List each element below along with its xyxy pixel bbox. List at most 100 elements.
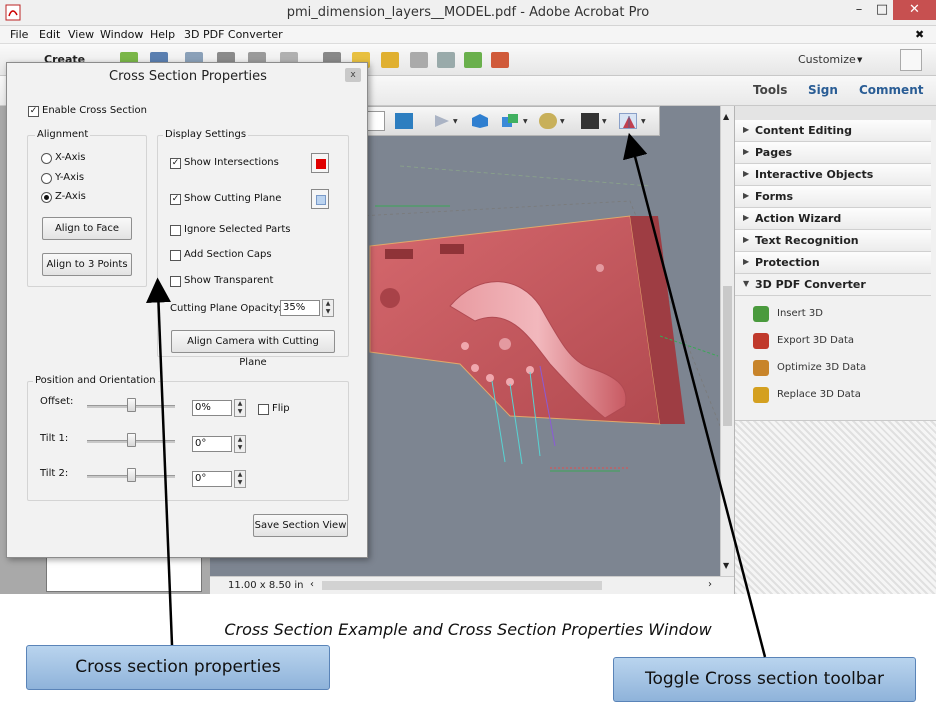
cross-section-dialog: Cross Section Properties x ✓ Enable Cros… [6, 62, 368, 558]
tilt2-label: Tilt 2: [40, 468, 69, 479]
menu-3d-pdf-converter[interactable]: 3D PDF Converter [184, 28, 283, 41]
scroll-up-icon[interactable]: ▲ [723, 112, 729, 121]
callout-cross-section-properties: Cross section properties [26, 645, 330, 690]
offset-stepper[interactable]: ▲ ▼ [234, 399, 246, 417]
menu-window[interactable]: Window [100, 28, 143, 41]
x-axis-radio[interactable] [41, 153, 52, 164]
opacity-stepper[interactable]: ▲ ▼ [322, 299, 334, 317]
render-dropdown-icon[interactable]: ▼ [523, 118, 528, 125]
page-thumbnail[interactable] [46, 556, 202, 592]
close-document-icon[interactable]: ✖ [915, 28, 924, 41]
cross-section-icon[interactable] [619, 113, 637, 129]
view-dropdown[interactable] [365, 111, 385, 131]
cube-icon[interactable] [471, 113, 489, 129]
scrollbar-thumb[interactable] [723, 286, 732, 426]
menu-view[interactable]: View [68, 28, 94, 41]
section-protection[interactable]: ▶ Protection [735, 252, 931, 274]
section-content-editing[interactable]: ▶ Content Editing [735, 120, 931, 142]
help-icon[interactable] [491, 52, 509, 68]
align-camera-button[interactable]: Align Camera with Cutting Plane [171, 330, 335, 368]
play-dropdown-icon[interactable]: ▼ [453, 118, 458, 125]
position-heading: Position and Orientation [33, 375, 158, 386]
menu-bar: File Edit View Window Help 3D PDF Conver… [0, 26, 936, 44]
menu-help[interactable]: Help [150, 28, 175, 41]
cutting-plane-color-button[interactable] [311, 189, 329, 209]
show-intersections-checkbox[interactable]: ✓ [170, 158, 181, 169]
scroll-right-icon[interactable]: › [708, 579, 712, 590]
close-window-button[interactable]: ✕ [893, 0, 936, 20]
background-dropdown-icon[interactable]: ▼ [602, 118, 607, 125]
menu-edit[interactable]: Edit [39, 28, 60, 41]
horizontal-scrollbar-thumb[interactable] [322, 581, 602, 590]
y-axis-radio[interactable] [41, 173, 52, 184]
tab-sign[interactable]: Sign [808, 83, 838, 97]
section-interactive-objects[interactable]: ▶ Interactive Objects [735, 164, 931, 186]
offset-slider-thumb[interactable] [127, 398, 136, 412]
highlight-icon[interactable] [381, 52, 399, 68]
replace-3d-icon [753, 387, 769, 403]
scroll-down-icon[interactable]: ▼ [723, 561, 729, 570]
tilt1-stepper[interactable]: ▲ ▼ [234, 435, 246, 453]
tab-tools[interactable]: Tools [753, 83, 787, 97]
flip-checkbox[interactable] [258, 404, 269, 415]
align-to-3-points-button[interactable]: Align to 3 Points [42, 253, 132, 276]
tilt2-input[interactable]: 0° [192, 471, 232, 487]
lighting-icon[interactable] [539, 113, 557, 129]
y-axis-label: Y-Axis [55, 172, 85, 183]
add-section-caps-label: Add Section Caps [184, 249, 272, 260]
cutting-plane-color-swatch [316, 195, 326, 205]
maximize-button[interactable]: □ [868, 0, 896, 20]
section-text-recognition[interactable]: ▶ Text Recognition [735, 230, 931, 252]
export-icon[interactable] [464, 52, 482, 68]
vertical-scrollbar[interactable]: ▲ ▼ [720, 106, 734, 576]
show-transparent-checkbox[interactable] [170, 276, 181, 287]
background-color-icon[interactable] [581, 113, 599, 129]
tilt1-input[interactable]: 0° [192, 436, 232, 452]
intersection-color-button[interactable] [311, 153, 329, 173]
export-3d-icon [753, 333, 769, 349]
section-action-wizard[interactable]: ▶ Action Wizard [735, 208, 931, 230]
chevron-right-icon: ▶ [743, 213, 750, 222]
window-title: pmi_dimension_layers__MODEL.pdf - Adobe … [286, 5, 650, 20]
section-3d-pdf-converter[interactable]: ▼ 3D PDF Converter [735, 274, 931, 296]
panel-options[interactable] [735, 106, 936, 120]
3d-toolbar: ▼ ▼ ▼ ▼ ▼ [360, 106, 660, 136]
offset-input[interactable]: 0% [192, 400, 232, 416]
customize-dropdown-icon[interactable]: ▼ [857, 56, 862, 64]
attach-icon[interactable] [410, 52, 428, 68]
chevron-right-icon: ▶ [743, 257, 750, 266]
tilt1-slider-thumb[interactable] [127, 433, 136, 447]
stamp-icon[interactable] [437, 52, 455, 68]
menu-file[interactable]: File [10, 28, 28, 41]
scroll-left-icon[interactable]: ‹ [310, 579, 314, 590]
save-section-view-button[interactable]: Save Section View [253, 514, 348, 537]
z-axis-label: Z-Axis [55, 191, 86, 202]
tilt2-slider-thumb[interactable] [127, 468, 136, 482]
model-tree-icon[interactable] [395, 113, 413, 129]
play-icon[interactable] [433, 113, 451, 129]
add-section-caps-checkbox[interactable] [170, 250, 181, 261]
dialog-close-button[interactable]: x [345, 68, 361, 82]
render-mode-icon[interactable] [501, 113, 519, 129]
tilt1-label: Tilt 1: [40, 433, 69, 444]
show-intersections-label: Show Intersections [184, 157, 279, 168]
optimize-3d-icon [753, 360, 769, 376]
figure-caption: Cross Section Example and Cross Section … [224, 620, 712, 639]
chevron-right-icon: ▶ [743, 235, 750, 244]
enable-cross-section-checkbox[interactable]: ✓ [28, 106, 39, 117]
align-to-face-button[interactable]: Align to Face [42, 217, 132, 240]
tilt2-stepper[interactable]: ▲ ▼ [234, 470, 246, 488]
show-cutting-plane-checkbox[interactable]: ✓ [170, 194, 181, 205]
cutting-plane-opacity-input[interactable]: 35% [280, 300, 320, 316]
insert-3d-icon [753, 306, 769, 322]
section-forms[interactable]: ▶ Forms [735, 186, 931, 208]
z-axis-radio[interactable] [41, 192, 52, 203]
section-pages[interactable]: ▶ Pages [735, 142, 931, 164]
chevron-right-icon: ▶ [743, 169, 750, 178]
customize-button[interactable]: Customize [798, 53, 856, 66]
expand-icon[interactable] [900, 49, 922, 71]
cross-section-dropdown-icon[interactable]: ▼ [641, 118, 646, 125]
lighting-dropdown-icon[interactable]: ▼ [560, 118, 565, 125]
tab-comment[interactable]: Comment [859, 83, 923, 97]
ignore-selected-parts-checkbox[interactable] [170, 225, 181, 236]
